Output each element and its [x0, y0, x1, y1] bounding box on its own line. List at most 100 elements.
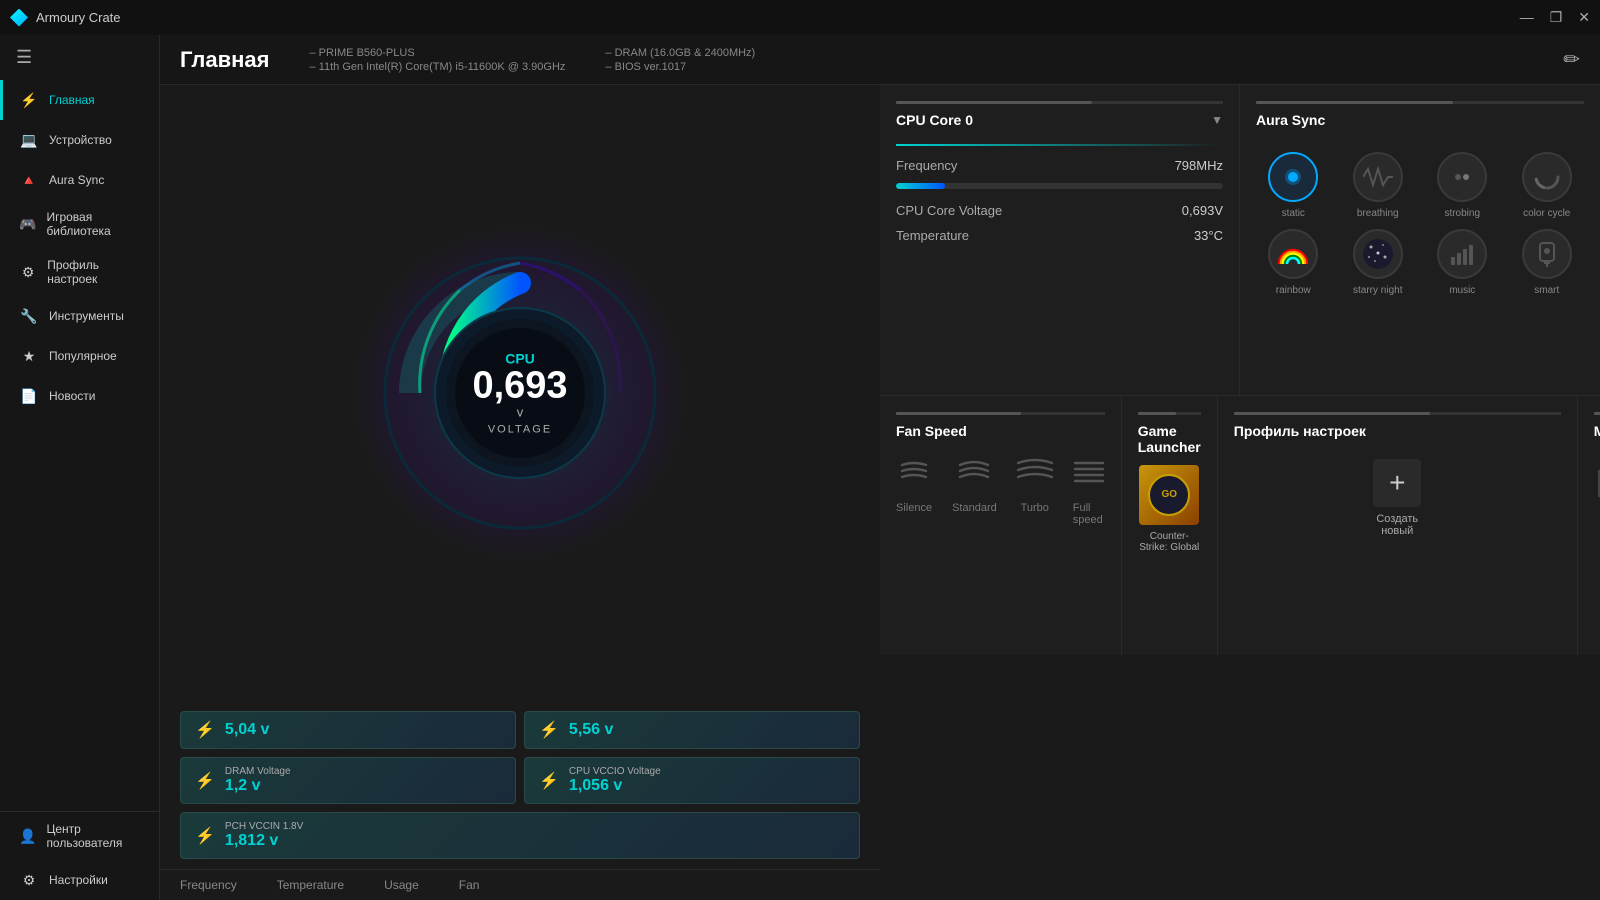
cpu-label-bottom: VOLTAGE — [472, 424, 567, 436]
sidebar-item-user-center[interactable]: 👤 Центр пользователя — [0, 812, 159, 860]
frequency-row: Frequency 798MHz — [896, 158, 1223, 173]
app-title: Armoury Crate — [36, 10, 121, 25]
header-bios: – BIOS ver.1017 — [605, 61, 755, 73]
game-launcher-title: Game Launcher — [1138, 423, 1201, 455]
fan-standard-label: Standard — [952, 502, 997, 514]
aura-sync-header: Aura Sync — [1256, 112, 1584, 128]
cpu-vccio-info: CPU VCCIO Voltage 1,056 v — [569, 766, 845, 795]
sidebar: ☰ ⚡ Главная 💻 Устройство 🔺 Aura Sync 🎮 И… — [0, 35, 160, 900]
aura-music[interactable]: music — [1425, 229, 1500, 296]
temperature-label: Temperature — [896, 228, 969, 243]
fan-full-speed[interactable]: Full speed — [1073, 455, 1105, 526]
voltage-top-row: ⚡ 5,04 v ⚡ 5,56 v — [180, 711, 860, 749]
fan-silence[interactable]: Silence — [896, 455, 932, 526]
aura-starry-night[interactable]: starry night — [1341, 229, 1416, 296]
cpu-stats-scroll-fill — [896, 101, 1092, 104]
cpu-gauge: CPU 0,693 v VOLTAGE — [370, 243, 670, 543]
sidebar-item-settings[interactable]: ⚙ Настройки — [0, 860, 159, 900]
fan-turbo[interactable]: Turbo — [1017, 455, 1053, 526]
voltage-label: CPU Core Voltage — [896, 203, 1002, 218]
cpu-stats-title: CPU Core 0 — [896, 112, 973, 128]
popular-icon: ★ — [19, 346, 39, 366]
cpu-vccio-value: 1,056 v — [569, 777, 845, 795]
frequency-bar-fill — [896, 183, 945, 189]
aura-label: Aura Sync — [49, 173, 104, 187]
game-csgo[interactable]: GO Counter-Strike: Global — [1138, 465, 1201, 553]
fan-full-speed-label: Full speed — [1073, 502, 1105, 526]
sidebar-item-aura[interactable]: 🔺 Aura Sync — [0, 160, 159, 200]
plus-icon: + — [1373, 459, 1421, 507]
col-fan: Fan — [459, 878, 480, 892]
cpu-stats-header: CPU Core 0 ▼ — [896, 112, 1223, 128]
hamburger-menu[interactable]: ☰ — [0, 35, 159, 80]
header-edit-icon[interactable]: ✏ — [1563, 47, 1580, 72]
cpu-core-dropdown[interactable]: ▼ — [1211, 113, 1223, 127]
csgo-thumbnail: GO — [1139, 465, 1199, 525]
voltage-card-top-1: ⚡ 5,04 v — [180, 711, 516, 749]
mid-panel: CPU Core 0 ▼ Frequency 798MHz CPU Co — [880, 85, 1600, 395]
lightning-icon-1: ⚡ — [195, 720, 215, 740]
user-center-label: Центр пользователя — [46, 822, 143, 850]
breathing-icon — [1353, 152, 1403, 202]
music-label: music — [1449, 285, 1475, 296]
sidebar-item-profile[interactable]: ⚙ Профиль настроек — [0, 248, 159, 296]
library-icon: 🎮 — [19, 214, 36, 234]
fan-scroll-fill — [896, 412, 1021, 415]
page-title: Главная — [180, 47, 269, 73]
voltage-cards: ⚡ 5,04 v ⚡ 5,56 v — [160, 701, 880, 869]
content: Главная – PRIME B560-PLUS – 11th Gen Int… — [160, 35, 1600, 900]
aura-rainbow[interactable]: rainbow — [1256, 229, 1331, 296]
rainbow-label: rainbow — [1276, 285, 1311, 296]
sidebar-item-home[interactable]: ⚡ Главная — [0, 80, 159, 120]
static-icon — [1268, 152, 1318, 202]
voltage-value-top-1: 5,04 v — [225, 721, 501, 739]
fan-speed-panel: Fan Speed Silence — [880, 396, 1122, 655]
dram-voltage-value: 1,2 v — [225, 777, 501, 795]
bottom-row: Fan Speed Silence — [880, 395, 1600, 655]
starry-night-label: starry night — [1353, 285, 1402, 296]
sidebar-item-news[interactable]: 📄 Новости — [0, 376, 159, 416]
aura-smart[interactable]: smart — [1510, 229, 1585, 296]
csgo-logo: GO — [1148, 474, 1190, 516]
close-button[interactable]: ✕ — [1578, 9, 1590, 26]
sidebar-item-device[interactable]: 💻 Устройство — [0, 120, 159, 160]
my-profile-title: Мой профиль — [1594, 423, 1600, 439]
settings-scroll-fill — [1234, 412, 1430, 415]
cpu-value: 0,693 — [472, 367, 567, 405]
minimize-button[interactable]: — — [1520, 9, 1534, 26]
fan-speed-title: Fan Speed — [896, 423, 1105, 439]
pch-voltage-label: PCH VCCIN 1.8V — [225, 821, 845, 832]
aura-strobing[interactable]: strobing — [1425, 152, 1500, 219]
voltage-middle-row: ⚡ DRAM Voltage 1,2 v ⚡ CPU VCCIO Voltage… — [180, 757, 860, 804]
voltage-row: CPU Core Voltage 0,693V — [896, 203, 1223, 218]
titlebar-left: Armoury Crate — [10, 9, 121, 27]
fan-turbo-icon — [1017, 455, 1053, 494]
lightning-icon-5: ⚡ — [195, 826, 215, 846]
settings-scroll — [1234, 412, 1561, 415]
music-icon — [1437, 229, 1487, 279]
pch-voltage-info: PCH VCCIN 1.8V 1,812 v — [225, 821, 845, 850]
create-label: Создатьновый — [1376, 513, 1418, 537]
col-frequency: Frequency — [180, 878, 237, 892]
fan-turbo-label: Turbo — [1021, 502, 1049, 514]
header-ram-info: – DRAM (16.0GB & 2400MHz) – BIOS ver.101… — [605, 47, 755, 73]
game-name: Counter-Strike: Global — [1138, 531, 1201, 553]
aura-static[interactable]: static — [1256, 152, 1331, 219]
sidebar-bottom: 👤 Центр пользователя ⚙ Настройки — [0, 811, 159, 900]
fan-standard[interactable]: Standard — [952, 455, 997, 526]
device-label: Устройство — [49, 133, 112, 147]
maximize-button[interactable]: ❐ — [1550, 9, 1563, 26]
sidebar-item-tools[interactable]: 🔧 Инструменты — [0, 296, 159, 336]
gauge-area: CPU 0,693 v VOLTAGE — [160, 85, 880, 701]
col-usage: Usage — [384, 878, 419, 892]
content-header: Главная – PRIME B560-PLUS – 11th Gen Int… — [160, 35, 1600, 85]
titlebar-controls: — ❐ ✕ — [1520, 9, 1590, 26]
sidebar-item-library[interactable]: 🎮 Игровая библиотека — [0, 200, 159, 248]
aura-color-cycle[interactable]: color cycle — [1510, 152, 1585, 219]
titlebar: Armoury Crate — ❐ ✕ — [0, 0, 1600, 35]
aura-sync-panel: Aura Sync stat — [1240, 85, 1600, 395]
create-new-profile-button[interactable]: + Создатьновый — [1234, 459, 1561, 537]
fan-full-speed-icon — [1073, 455, 1105, 494]
aura-breathing[interactable]: breathing — [1341, 152, 1416, 219]
sidebar-item-popular[interactable]: ★ Популярное — [0, 336, 159, 376]
